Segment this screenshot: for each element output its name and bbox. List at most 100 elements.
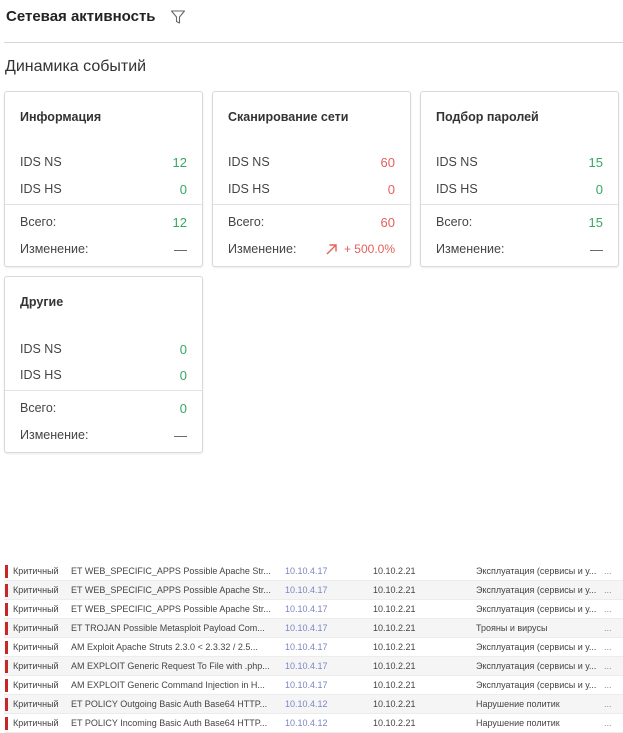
severity-cell: Критичный [13, 566, 59, 576]
table-row[interactable]: Критичный ET WEB_SPECIFIC_APPS Possible … [4, 581, 623, 600]
table-row[interactable]: Критичный AM EXPLOIT Generic Command Inj… [4, 676, 623, 695]
card-separator [5, 390, 202, 391]
change-value: + 500.0% [343, 242, 395, 256]
dest-ip-cell: 10.10.2.21 [373, 604, 416, 614]
ids-hs-label: IDS HS [228, 182, 270, 196]
total-label: Всего: [20, 401, 57, 415]
ids-ns-row: IDS NS 15 [436, 154, 603, 170]
ids-hs-value: 0 [179, 367, 187, 383]
total-value: 60 [380, 214, 395, 230]
source-ip-cell[interactable]: 10.10.4.17 [285, 680, 373, 690]
severity-marker [5, 564, 8, 578]
table-row[interactable]: Критичный AM Exploit Apache Struts 2.3.0… [4, 638, 623, 657]
change-value: — [174, 427, 187, 443]
severity-marker [5, 697, 8, 711]
more-cell[interactable]: ... [604, 718, 620, 728]
ids-ns-row: IDS NS 60 [228, 154, 395, 170]
change-row: Изменение: — [436, 241, 603, 257]
ids-hs-value: 0 [387, 181, 395, 197]
ids-hs-value: 0 [179, 181, 187, 197]
total-value: 15 [588, 214, 603, 230]
more-cell[interactable]: ... [604, 699, 620, 709]
change-label: Изменение: [228, 242, 297, 256]
section-title: Динамика событий [5, 58, 147, 75]
ids-hs-row: IDS HS 0 [20, 181, 187, 197]
card-password-bruteforce[interactable]: Подбор паролей IDS NS 15 IDS HS 0 Всего:… [420, 91, 619, 267]
severity-cell: Критичный [13, 718, 59, 728]
ids-ns-label: IDS NS [228, 155, 270, 169]
more-cell[interactable]: ... [604, 642, 620, 652]
change-label: Изменение: [436, 242, 505, 256]
ids-ns-value: 60 [380, 154, 395, 170]
more-cell[interactable]: ... [604, 566, 620, 576]
category-cell: Эксплуатация (сервисы и у... [476, 585, 597, 595]
dest-ip-cell: 10.10.2.21 [373, 699, 416, 709]
severity-marker [5, 640, 8, 654]
more-cell[interactable]: ... [604, 623, 620, 633]
severity-marker [5, 678, 8, 692]
dest-ip-cell: 10.10.2.21 [373, 642, 416, 652]
event-name-cell: ET TROJAN Possible Metasploit Payload Co… [71, 623, 265, 633]
category-cell: Нарушение политик [476, 718, 560, 728]
arrow-up-right-icon [326, 243, 337, 254]
event-name-cell: AM EXPLOIT Generic Request To File with … [71, 661, 270, 671]
card-separator [213, 204, 410, 205]
event-name-cell: ET WEB_SPECIFIC_APPS Possible Apache Str… [71, 566, 271, 576]
severity-marker [5, 659, 8, 673]
change-value: — [174, 241, 187, 257]
more-cell[interactable]: ... [604, 585, 620, 595]
card-title: Другие [20, 295, 64, 309]
source-ip-cell[interactable]: 10.10.4.17 [285, 642, 373, 652]
severity-cell: Критичный [13, 642, 59, 652]
card-other[interactable]: Другие IDS NS 0 IDS HS 0 Всего: 0 Измене… [4, 276, 203, 453]
more-cell[interactable]: ... [604, 604, 620, 614]
page-header: Сетевая активность [6, 8, 186, 25]
table-row[interactable]: Критичный ET POLICY Outgoing Basic Auth … [4, 695, 623, 714]
ids-hs-label: IDS HS [20, 182, 62, 196]
ids-ns-value: 12 [172, 154, 187, 170]
ids-ns-value: 0 [179, 341, 187, 357]
dest-ip-cell: 10.10.2.21 [373, 623, 416, 633]
source-ip-cell[interactable]: 10.10.4.12 [285, 718, 373, 728]
change-row: Изменение: — [20, 427, 187, 443]
total-value: 0 [179, 400, 187, 416]
source-ip-cell[interactable]: 10.10.4.17 [285, 661, 373, 671]
category-cell: Эксплуатация (сервисы и у... [476, 642, 597, 652]
source-ip-cell[interactable]: 10.10.4.17 [285, 604, 373, 614]
table-row[interactable]: Критичный ET WEB_SPECIFIC_APPS Possible … [4, 562, 623, 581]
source-ip-cell[interactable]: 10.10.4.12 [285, 699, 373, 709]
dest-ip-cell: 10.10.2.21 [373, 718, 416, 728]
ids-hs-value: 0 [595, 181, 603, 197]
source-ip-cell[interactable]: 10.10.4.17 [285, 585, 373, 595]
source-ip-cell[interactable]: 10.10.4.17 [285, 623, 373, 633]
ids-ns-value: 15 [588, 154, 603, 170]
severity-cell: Критичный [13, 585, 59, 595]
ids-hs-label: IDS HS [20, 368, 62, 382]
table-row[interactable]: Критичный ET POLICY Incoming Basic Auth … [4, 714, 623, 733]
card-network-scan[interactable]: Сканирование сети IDS NS 60 IDS HS 0 Все… [212, 91, 411, 267]
category-cell: Трояны и вирусы [476, 623, 548, 633]
card-title: Информация [20, 110, 102, 124]
ids-hs-row: IDS HS 0 [436, 181, 603, 197]
event-name-cell: ET WEB_SPECIFIC_APPS Possible Apache Str… [71, 604, 271, 614]
filter-icon[interactable] [170, 9, 186, 25]
dest-ip-cell: 10.10.2.21 [373, 585, 416, 595]
table-row[interactable]: Критичный ET TROJAN Possible Metasploit … [4, 619, 623, 638]
card-title: Сканирование сети [228, 110, 349, 124]
category-cell: Нарушение политик [476, 699, 560, 709]
more-cell[interactable]: ... [604, 661, 620, 671]
table-row[interactable]: Критичный AM EXPLOIT Generic Request To … [4, 657, 623, 676]
source-ip-cell[interactable]: 10.10.4.17 [285, 566, 373, 576]
ids-ns-label: IDS NS [436, 155, 478, 169]
category-cell: Эксплуатация (сервисы и у... [476, 604, 597, 614]
total-row: Всего: 15 [436, 214, 603, 230]
event-name-cell: AM EXPLOIT Generic Command Injection in … [71, 680, 265, 690]
page-title: Сетевая активность [6, 8, 156, 25]
table-row[interactable]: Критичный ET WEB_SPECIFIC_APPS Possible … [4, 600, 623, 619]
events-table: Критичный ET WEB_SPECIFIC_APPS Possible … [4, 562, 623, 733]
total-row: Всего: 60 [228, 214, 395, 230]
ids-ns-row: IDS NS 12 [20, 154, 187, 170]
card-information[interactable]: Информация IDS NS 12 IDS HS 0 Всего: 12 … [4, 91, 203, 267]
category-cell: Эксплуатация (сервисы и у... [476, 661, 597, 671]
more-cell[interactable]: ... [604, 680, 620, 690]
